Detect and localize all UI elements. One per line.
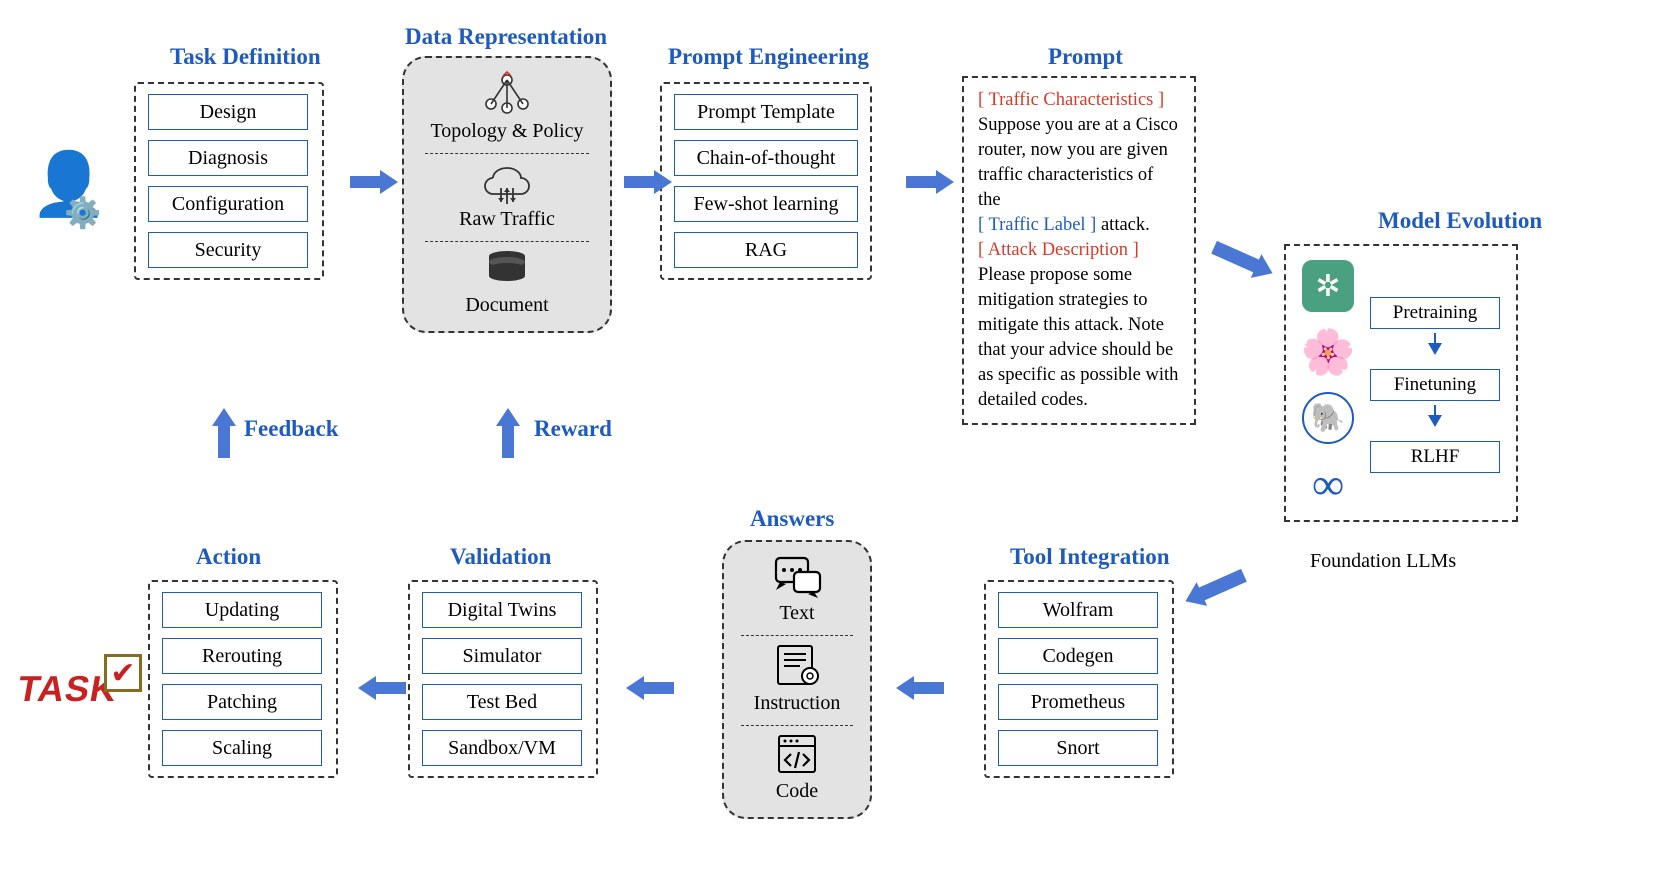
panel-action: Updating Rerouting Patching Scaling xyxy=(148,580,338,778)
item-rerouting: Rerouting xyxy=(162,638,322,674)
item-patching: Patching xyxy=(162,684,322,720)
panel-model-evolution: ✲ 🌸 🐘 ∞ Pretraining Finetuning RLHF xyxy=(1284,244,1518,522)
item-sandbox-vm: Sandbox/VM xyxy=(422,730,582,766)
panel-validation: Digital Twins Simulator Test Bed Sandbox… xyxy=(408,580,598,778)
panel-answers: Text Instruction Code xyxy=(722,540,872,819)
label-document: Document xyxy=(465,294,548,317)
heading-tool-integration: Tool Integration xyxy=(1010,544,1170,570)
item-test-bed: Test Bed xyxy=(422,684,582,720)
item-security: Security xyxy=(148,232,308,268)
document-icon xyxy=(482,246,532,290)
traffic-icon xyxy=(479,158,535,204)
arrow-left-icon xyxy=(626,676,644,700)
gear-icon: ⚙️ xyxy=(64,196,101,231)
heading-action: Action xyxy=(196,544,261,570)
label-reward: Reward xyxy=(534,416,612,442)
arrow-left-icon xyxy=(896,676,914,700)
item-cot: Chain-of-thought xyxy=(674,140,858,176)
item-design: Design xyxy=(148,94,308,130)
label-feedback: Feedback xyxy=(244,416,339,442)
label-raw-traffic: Raw Traffic xyxy=(459,208,555,231)
divider xyxy=(741,635,853,636)
panel-tool-integration: Wolfram Codegen Prometheus Snort xyxy=(984,580,1174,778)
label-text: Text xyxy=(779,602,814,625)
heading-validation: Validation xyxy=(450,544,551,570)
arrow-diag-icon xyxy=(1211,241,1261,273)
item-configuration: Configuration xyxy=(148,186,308,222)
label-topology: Topology & Policy xyxy=(430,120,583,143)
item-rag: RAG xyxy=(674,232,858,268)
step-pretraining: Pretraining xyxy=(1370,297,1500,329)
item-snort: Snort xyxy=(998,730,1158,766)
heading-answers: Answers xyxy=(750,506,834,532)
divider xyxy=(425,241,588,242)
code-icon xyxy=(773,730,821,776)
meta-logo-icon: ∞ xyxy=(1302,458,1354,510)
item-few-shot: Few-shot learning xyxy=(674,186,858,222)
panel-data-representation: Topology & Policy Raw Traffic Document xyxy=(402,56,612,333)
heading-prompt: Prompt xyxy=(1048,44,1123,70)
item-prompt-template: Prompt Template xyxy=(674,94,858,130)
heading-task-definition: Task Definition xyxy=(170,44,321,70)
text-icon xyxy=(770,554,824,598)
arrow-up-icon xyxy=(212,408,236,426)
arrow-right-icon xyxy=(936,170,954,194)
arrow-left-icon xyxy=(358,676,376,700)
foundation-llms-logos: ✲ 🌸 🐘 ∞ xyxy=(1302,260,1354,510)
prompt-l2: Suppose you are at a Cisco router, now y… xyxy=(978,115,1178,210)
divider xyxy=(741,725,853,726)
prompt-tc: [ Traffic Characteristics ] xyxy=(978,90,1164,110)
prompt-l6: Please propose some mitigation strategie… xyxy=(978,265,1178,410)
heading-model-evolution: Model Evolution xyxy=(1378,208,1542,234)
arrow-down-icon xyxy=(1428,415,1442,427)
caption-foundation-llms: Foundation LLMs xyxy=(1310,550,1456,573)
arrow-up-icon xyxy=(496,408,520,426)
prompt-ad: [ Attack Description ] xyxy=(978,240,1139,260)
arrow-right-icon xyxy=(654,170,672,194)
label-code: Code xyxy=(776,780,818,803)
elephant-logo-icon: 🐘 xyxy=(1302,392,1354,444)
item-updating: Updating xyxy=(162,592,322,628)
openai-logo-icon: ✲ xyxy=(1302,260,1354,312)
item-diagnosis: Diagnosis xyxy=(148,140,308,176)
arrow-diag-icon xyxy=(1197,569,1247,601)
divider xyxy=(425,153,588,154)
task-check-icon: ✔ xyxy=(104,654,142,692)
item-wolfram: Wolfram xyxy=(998,592,1158,628)
prompt-l4: attack. xyxy=(1096,215,1149,235)
panel-prompt: [ Traffic Characteristics ] Suppose you … xyxy=(962,76,1196,425)
heading-data-representation: Data Representation xyxy=(405,24,607,50)
heading-prompt-engineering: Prompt Engineering xyxy=(668,44,869,70)
item-simulator: Simulator xyxy=(422,638,582,674)
label-instruction: Instruction xyxy=(754,692,841,715)
prompt-tl: [ Traffic Label ] xyxy=(978,215,1096,235)
item-scaling: Scaling xyxy=(162,730,322,766)
panel-task-definition: Design Diagnosis Configuration Security xyxy=(134,82,324,280)
step-finetuning: Finetuning xyxy=(1370,369,1500,401)
panel-prompt-engineering: Prompt Template Chain-of-thought Few-sho… xyxy=(660,82,872,280)
topology-icon xyxy=(479,70,535,116)
arrow-right-icon xyxy=(380,170,398,194)
arrow-down-icon xyxy=(1428,343,1442,355)
instruction-icon xyxy=(770,640,824,688)
step-rlhf: RLHF xyxy=(1370,441,1500,473)
item-digital-twins: Digital Twins xyxy=(422,592,582,628)
item-prometheus: Prometheus xyxy=(998,684,1158,720)
palm-logo-icon: 🌸 xyxy=(1302,326,1354,378)
item-codegen: Codegen xyxy=(998,638,1158,674)
